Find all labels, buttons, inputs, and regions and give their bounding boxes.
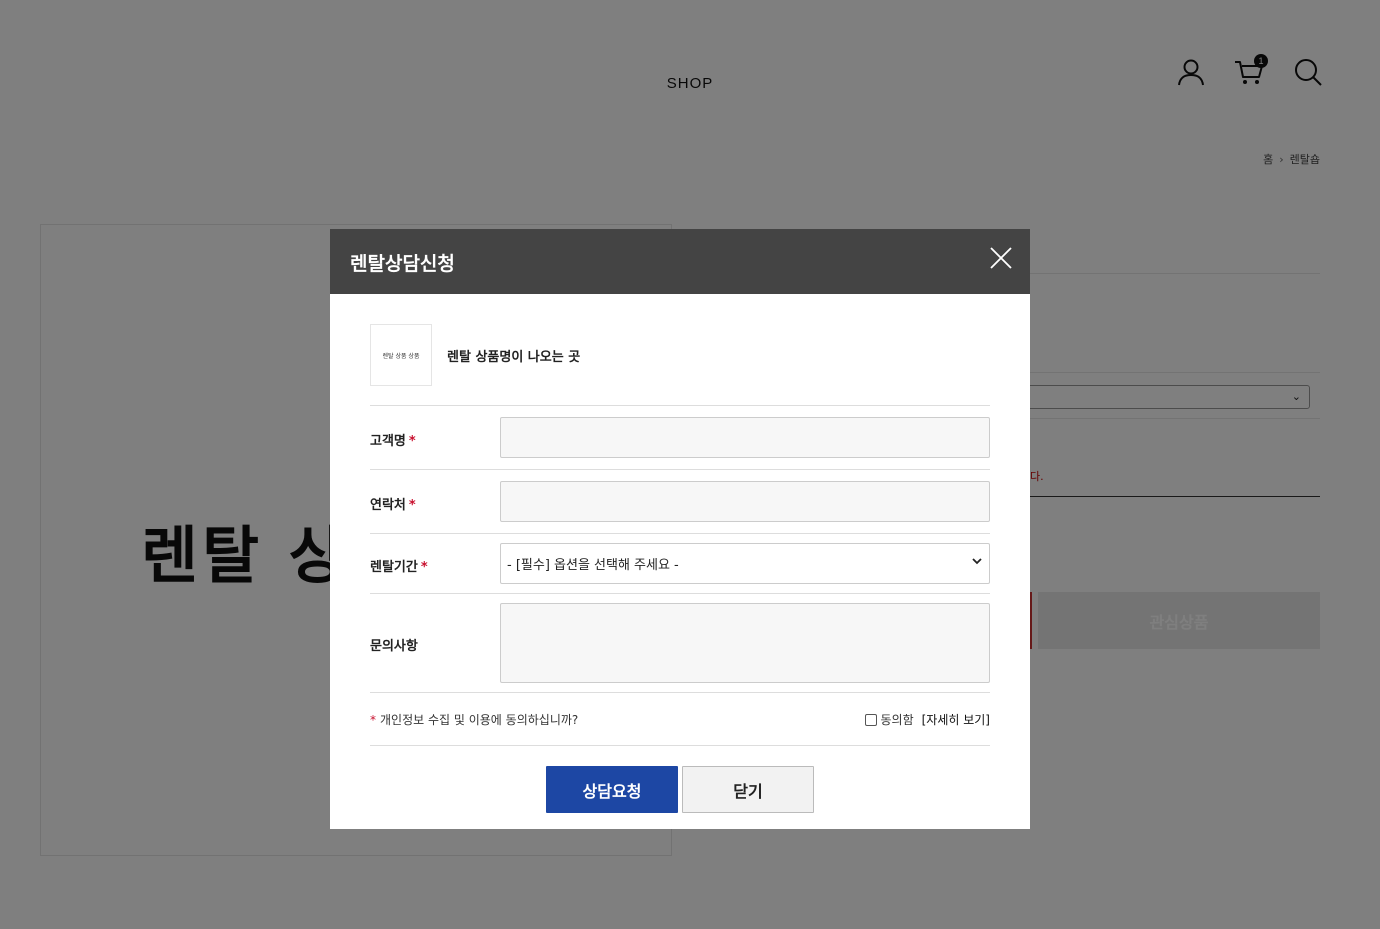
contact-label: 연락처 * [370, 498, 416, 513]
agree-label[interactable]: 동의함 [880, 711, 913, 728]
inquiry-label: 문의사항 [370, 639, 418, 654]
close-icon[interactable] [990, 247, 1012, 269]
submit-consult-button[interactable]: 상담요청 [546, 766, 678, 813]
privacy-detail-link[interactable]: [자세히 보기] [922, 711, 990, 728]
product-thumbnail: 렌탈 상품 상품 [370, 324, 432, 386]
close-button[interactable]: 닫기 [682, 766, 814, 813]
inquiry-row: 문의사항 [370, 594, 990, 693]
required-mark: * [420, 560, 428, 575]
rental-period-select[interactable]: - [필수] 옵션을 선택해 주세요 - [500, 543, 990, 584]
privacy-agree-group: 동의함 [자세히 보기] [865, 711, 990, 728]
chevron-down-icon [972, 558, 982, 565]
privacy-question: * 개인정보 수집 및 이용에 동의하십니까? [370, 713, 579, 727]
rental-period-selected: - [필수] 옵션을 선택해 주세요 - [507, 558, 679, 573]
privacy-agreement-row: * 개인정보 수집 및 이용에 동의하십니까? 동의함 [자세히 보기] [370, 693, 990, 746]
customer-name-label: 고객명 * [370, 434, 416, 449]
product-summary: 렌탈 상품 상품 렌탈 상품명이 나오는 곳 [370, 324, 990, 406]
required-mark: * [408, 434, 416, 449]
required-mark: * [408, 498, 416, 513]
contact-row: 연락처 * [370, 470, 990, 534]
modal-header: 렌탈상담신청 [330, 229, 1030, 294]
agree-checkbox[interactable] [865, 713, 878, 726]
modal-actions: 상담요청 닫기 [370, 766, 990, 813]
customer-name-input[interactable] [500, 417, 990, 458]
inquiry-textarea[interactable] [500, 603, 990, 683]
rental-consult-modal: 렌탈상담신청 렌탈 상품 상품 렌탈 상품명이 나오는 곳 고객명 * 연락처 * … [330, 229, 1030, 829]
contact-input[interactable] [500, 481, 990, 522]
modal-body: 렌탈 상품 상품 렌탈 상품명이 나오는 곳 고객명 * 연락처 * 렌탈기간 * -… [370, 324, 990, 813]
rental-period-label: 렌탈기간 * [370, 560, 428, 575]
rental-period-row: 렌탈기간 * - [필수] 옵션을 선택해 주세요 - [370, 534, 990, 594]
customer-name-row: 고객명 * [370, 406, 990, 470]
product-name: 렌탈 상품명이 나오는 곳 [447, 350, 581, 365]
modal-title: 렌탈상담신청 [350, 253, 455, 275]
required-mark: * [370, 713, 376, 727]
